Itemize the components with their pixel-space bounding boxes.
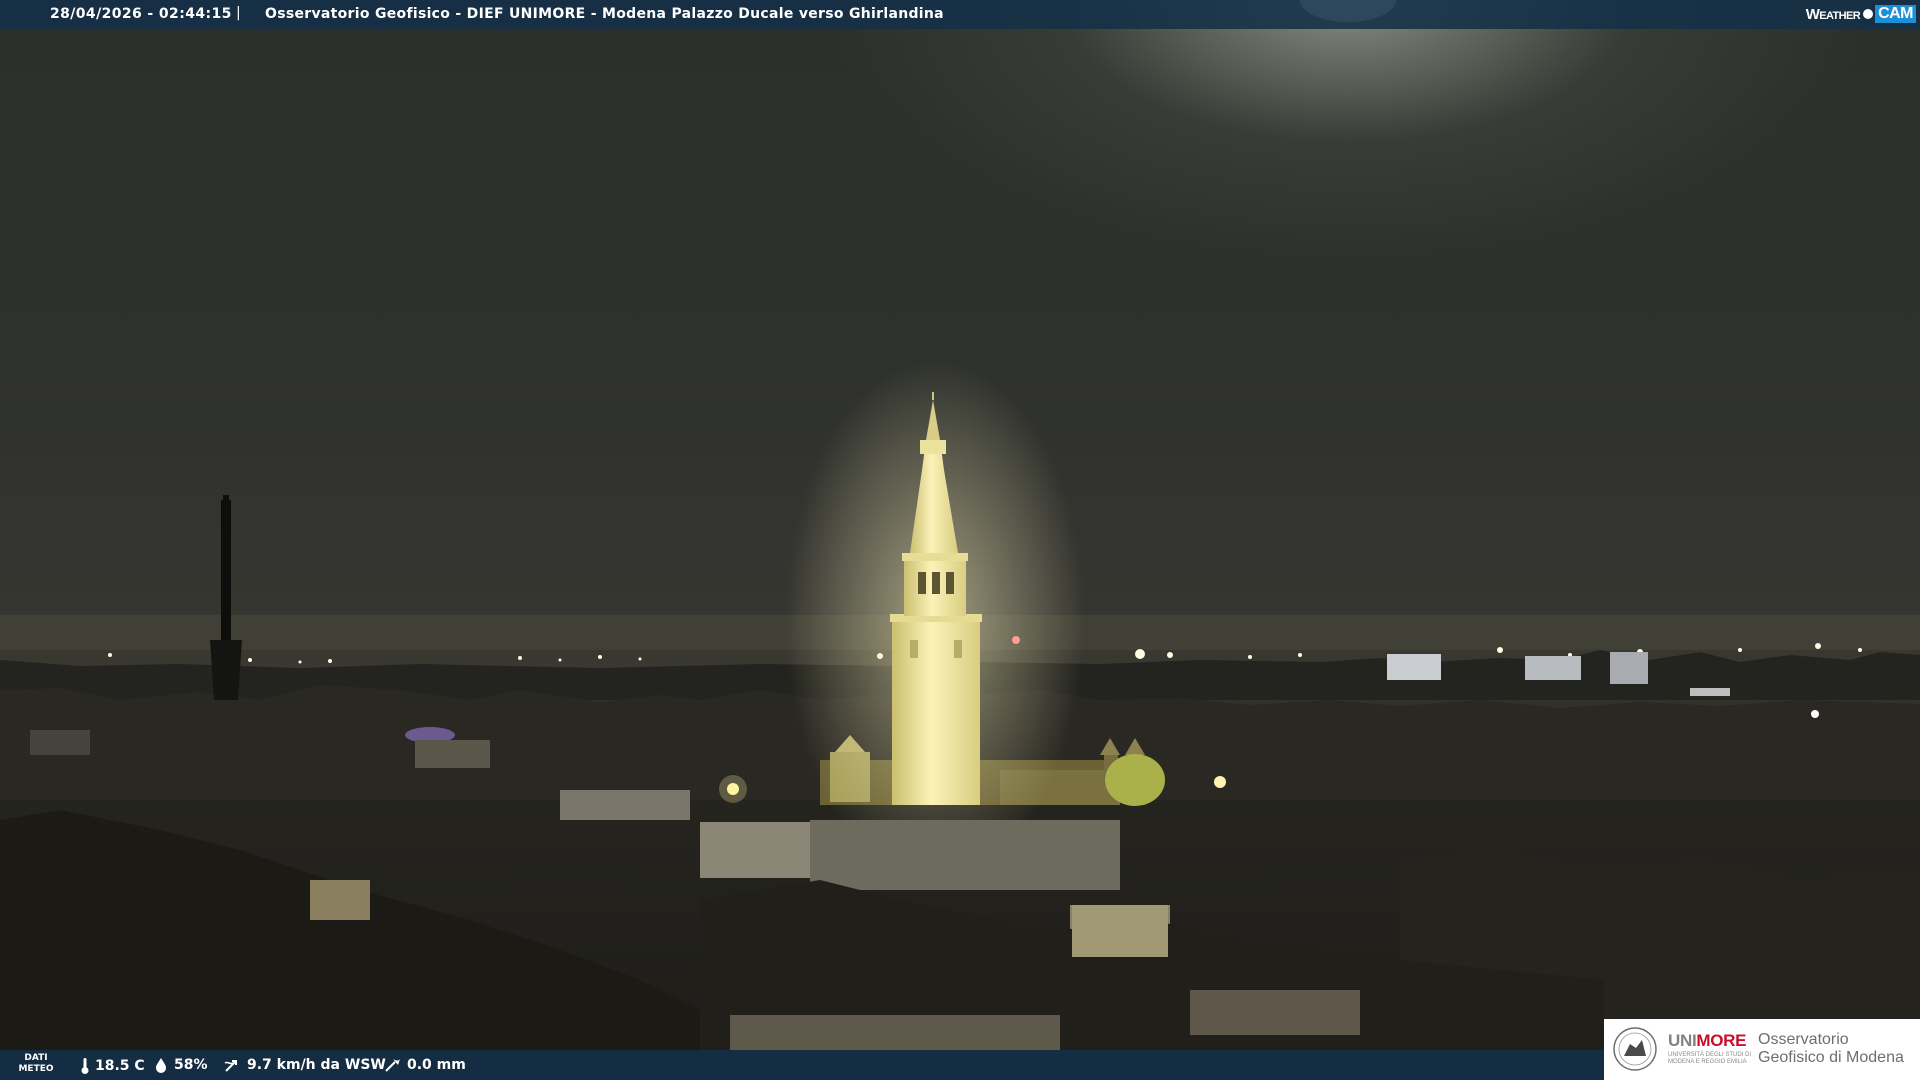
webcam-frame: 28/04/2026 - 02:44:15 | Osservatorio Geo…: [0, 0, 1920, 1080]
lit-wall: [1190, 990, 1360, 1035]
lit-tree: [1105, 754, 1165, 806]
temperature-value: 18.5 C: [95, 1058, 145, 1074]
distant-block: [1610, 652, 1648, 684]
rain-readout: 0.0 mm: [384, 1057, 466, 1073]
unimore-wordmark: UNIMORE: [1668, 1031, 1747, 1051]
unimore-logo: UNIMORE UNIVERSITÀ DEGLI STUDI DI MODENA…: [1604, 1019, 1920, 1080]
wind-value: 9.7 km/h da WSW: [247, 1057, 386, 1073]
lit-wall: [310, 880, 370, 920]
separator: |: [236, 5, 241, 21]
distant-block: [1525, 656, 1581, 680]
wind-icon: [224, 1060, 237, 1072]
radio-mast: [210, 495, 242, 700]
temperature-readout: 18.5 C: [80, 1057, 145, 1075]
university-fullname: UNIVERSITÀ DEGLI STUDI DI MODENA E REGGI…: [1668, 1052, 1752, 1065]
brand-weather: Weather: [1805, 5, 1861, 23]
lit-wall: [730, 1015, 1060, 1050]
top-info-bar: 28/04/2026 - 02:44:15 | Osservatorio Geo…: [0, 0, 1920, 29]
weather-data-label: DATI METEO: [18, 1053, 54, 1074]
university-seal-icon: [1613, 1027, 1657, 1071]
thermometer-icon: [81, 1058, 89, 1074]
unimore-prefix: UNI: [1668, 1031, 1697, 1050]
wind-readout: 9.7 km/h da WSW: [224, 1057, 386, 1073]
brand-dot-icon: [1863, 9, 1874, 19]
timestamp: 28/04/2026 - 02:44:15: [50, 6, 232, 22]
distant-block: [1387, 654, 1441, 680]
rain-gauge-icon: [385, 1059, 400, 1072]
humidity-drop-icon: [156, 1058, 166, 1073]
foreground-roofs: [0, 810, 720, 1050]
brand-cam: CAM: [1875, 5, 1916, 23]
camera-title: Osservatorio Geofisico - DIEF UNIMORE - …: [265, 6, 944, 22]
humidity-value: 58%: [174, 1057, 208, 1073]
lit-wall: [1072, 905, 1168, 957]
unimore-suffix: MORE: [1696, 1031, 1747, 1050]
weathercam-logo: Weather CAM: [1806, 3, 1916, 25]
humidity-readout: 58%: [153, 1057, 208, 1073]
observatory-name: Osservatorio Geofisico di Modena: [1758, 1031, 1904, 1066]
weather-data-bar: DATI METEO 18.5 C 58% 9.7 km/h da WSW 0.…: [0, 1050, 1604, 1080]
night-city-view: [0, 0, 1920, 1050]
rain-value: 0.0 mm: [407, 1057, 466, 1073]
